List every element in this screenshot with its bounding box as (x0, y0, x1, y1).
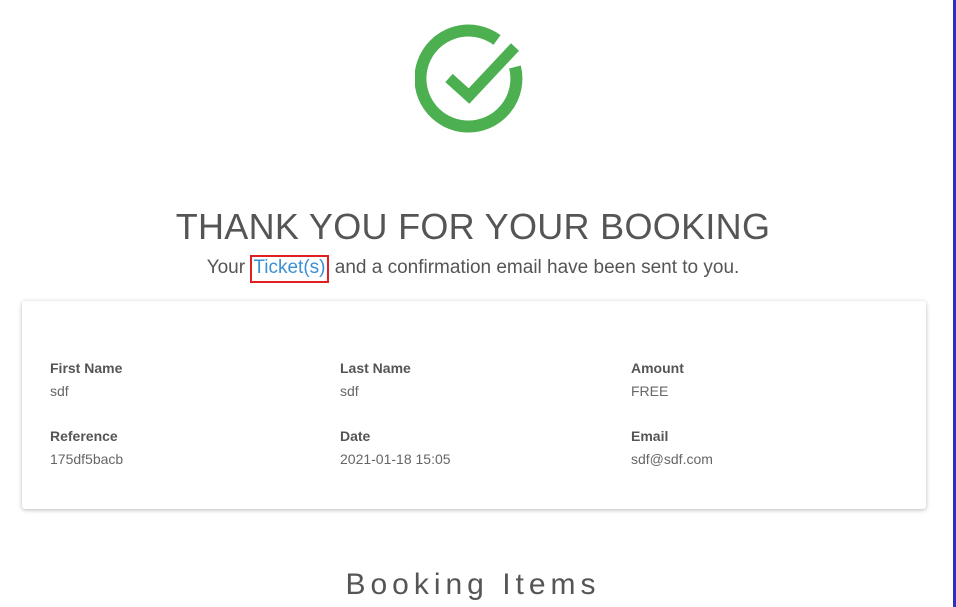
booking-confirmation-page: THANK YOU FOR YOUR BOOKING Your Ticket(s… (0, 0, 953, 607)
last-name-label: Last Name (340, 360, 411, 376)
first-name-field: First Name sdf (50, 360, 122, 399)
amount-field: Amount FREE (631, 360, 684, 399)
booking-details-card: First Name sdf Last Name sdf Amount FREE… (22, 301, 926, 509)
reference-value: 175df5bacb (50, 451, 124, 467)
amount-label: Amount (631, 360, 684, 376)
last-name-field: Last Name sdf (340, 360, 411, 399)
page-title: THANK YOU FOR YOUR BOOKING (175, 206, 771, 247)
message-suffix: and a confirmation email have been sent … (329, 257, 740, 278)
first-name-label: First Name (50, 360, 123, 376)
confirmation-message: Your Ticket(s) and a confirmation email … (0, 255, 946, 283)
email-value: sdf@sdf.com (631, 451, 713, 467)
reference-label: Reference (50, 428, 118, 444)
amount-value: FREE (631, 383, 669, 399)
email-label: Email (631, 428, 669, 444)
check-circle-icon (414, 22, 531, 138)
last-name-value: sdf (340, 383, 359, 399)
tickets-link[interactable]: Ticket(s) (250, 255, 330, 283)
message-prefix: Your (206, 257, 251, 278)
booking-items-heading: Booking Items (345, 568, 601, 601)
date-value: 2021-01-18 15:05 (340, 451, 451, 467)
email-field: Email sdf@sdf.com (631, 428, 713, 467)
first-name-value: sdf (50, 383, 69, 399)
reference-field: Reference 175df5bacb (50, 428, 123, 467)
date-field: Date 2021-01-18 15:05 (340, 428, 451, 467)
date-label: Date (340, 428, 371, 444)
